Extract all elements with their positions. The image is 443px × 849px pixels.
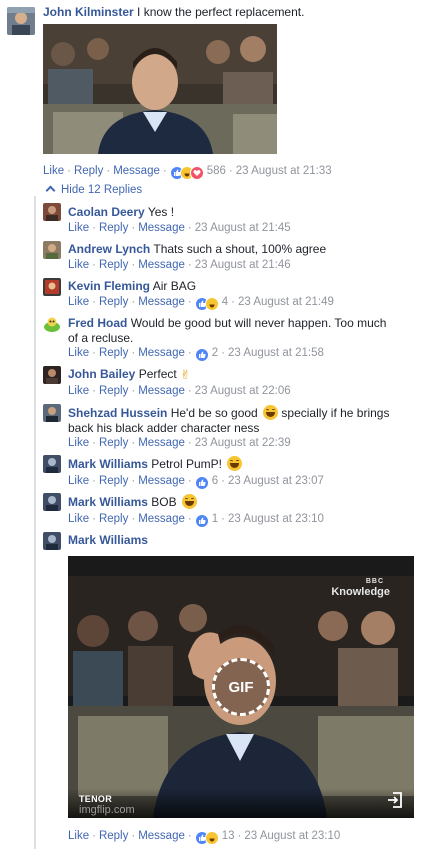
reply-button[interactable]: Reply bbox=[99, 222, 128, 234]
channel-logo: Knowledge bbox=[331, 586, 390, 598]
like-button[interactable]: Like bbox=[43, 165, 64, 177]
message-button[interactable]: Message bbox=[138, 513, 185, 525]
channel-logo-top: BBC bbox=[365, 578, 384, 585]
comment-timestamp[interactable]: 23 August at 21:58 bbox=[228, 347, 324, 359]
gif-play-button[interactable]: GIF bbox=[212, 658, 270, 716]
comment-author[interactable]: Shehzad Hussein bbox=[68, 406, 167, 420]
like-button[interactable]: Like bbox=[68, 222, 89, 234]
laughing-emoji-icon bbox=[227, 456, 243, 471]
comment-author[interactable]: Mark Williams bbox=[68, 495, 148, 509]
comment-text: Air BAG bbox=[152, 279, 197, 293]
photo-image bbox=[43, 24, 277, 154]
comment-author[interactable]: Kevin Fleming bbox=[68, 279, 150, 293]
avatar[interactable] bbox=[43, 493, 61, 511]
like-reaction-icon bbox=[194, 514, 209, 528]
tenor-logo[interactable]: TENOR bbox=[79, 794, 112, 804]
comment-timestamp[interactable]: 23 August at 23:10 bbox=[244, 830, 340, 842]
comment-timestamp[interactable]: 23 August at 22:39 bbox=[195, 437, 291, 449]
like-button[interactable]: Like bbox=[68, 385, 89, 397]
avatar[interactable] bbox=[43, 366, 61, 384]
hide-replies-link[interactable]: Hide 12 Replies bbox=[45, 184, 142, 196]
like-button[interactable]: Like bbox=[68, 259, 89, 271]
message-button[interactable]: Message bbox=[138, 475, 185, 487]
comment-text: Petrol PumP! bbox=[151, 457, 222, 471]
haha-reaction-icon bbox=[204, 297, 219, 311]
like-button[interactable]: Like bbox=[68, 296, 89, 308]
comment-author[interactable]: Caolan Deery bbox=[68, 205, 145, 219]
watermark-text: imgflip.com bbox=[79, 804, 135, 816]
comment-author[interactable]: Fred Hoad bbox=[68, 316, 127, 330]
comment-text: He'd be so good bbox=[170, 406, 258, 420]
reply-button[interactable]: Reply bbox=[74, 165, 103, 177]
comment-timestamp[interactable]: 23 August at 21:49 bbox=[238, 296, 334, 308]
like-button[interactable]: Like bbox=[68, 475, 89, 487]
comment-author[interactable]: Andrew Lynch bbox=[68, 242, 150, 256]
avatar[interactable] bbox=[43, 278, 61, 296]
message-button[interactable]: Message bbox=[138, 347, 185, 359]
message-button[interactable]: Message bbox=[138, 437, 185, 449]
gif-attachment[interactable]: BBC Knowledge GIF TENOR imgflip.com bbox=[68, 556, 414, 818]
reaction-count[interactable]: 13 bbox=[222, 830, 235, 842]
love-reaction-icon bbox=[189, 166, 204, 180]
like-button[interactable]: Like bbox=[68, 347, 89, 359]
comment-photo[interactable] bbox=[43, 24, 277, 154]
avatar[interactable] bbox=[43, 315, 61, 333]
comment-timestamp[interactable]: 23 August at 21:33 bbox=[236, 165, 332, 177]
comment-timestamp[interactable]: 23 August at 23:10 bbox=[228, 513, 324, 525]
chevron-up-icon bbox=[45, 185, 56, 196]
comment-author[interactable]: Mark Williams bbox=[68, 457, 148, 471]
reply-button[interactable]: Reply bbox=[99, 296, 128, 308]
reaction-icons[interactable] bbox=[194, 514, 209, 528]
reply-button[interactable]: Reply bbox=[99, 475, 128, 487]
haha-reaction-icon bbox=[204, 831, 219, 845]
comment-timestamp[interactable]: 23 August at 22:06 bbox=[195, 385, 291, 397]
reply-thread-line bbox=[34, 196, 36, 849]
message-button[interactable]: Message bbox=[138, 830, 185, 842]
comment-author[interactable]: Mark Williams bbox=[68, 533, 148, 547]
message-button[interactable]: Message bbox=[113, 165, 160, 177]
comment-timestamp[interactable]: 23 August at 21:46 bbox=[195, 259, 291, 271]
like-reaction-icon bbox=[194, 476, 209, 490]
message-button[interactable]: Message bbox=[138, 296, 185, 308]
avatar[interactable] bbox=[43, 241, 61, 259]
like-reaction-icon bbox=[194, 348, 209, 362]
avatar[interactable] bbox=[43, 532, 61, 550]
like-button[interactable]: Like bbox=[68, 437, 89, 449]
reaction-icons[interactable] bbox=[169, 166, 204, 180]
comment-text: Yes ! bbox=[147, 205, 175, 219]
reply-button[interactable]: Reply bbox=[99, 830, 128, 842]
comment-timestamp[interactable]: 23 August at 23:07 bbox=[228, 475, 324, 487]
reply-button[interactable]: Reply bbox=[99, 259, 128, 271]
reaction-count[interactable]: 586 bbox=[207, 165, 226, 177]
avatar[interactable] bbox=[7, 7, 35, 35]
reaction-icons[interactable] bbox=[194, 297, 219, 311]
ok-hand-emoji-icon: ✌ bbox=[180, 367, 191, 382]
avatar[interactable] bbox=[43, 404, 61, 422]
message-button[interactable]: Message bbox=[138, 259, 185, 271]
laughing-emoji-icon bbox=[181, 494, 197, 509]
like-button[interactable]: Like bbox=[68, 513, 89, 525]
reply-button[interactable]: Reply bbox=[99, 385, 128, 397]
comment-text: Perfect bbox=[138, 367, 177, 381]
avatar[interactable] bbox=[43, 455, 61, 473]
laughing-emoji-icon bbox=[263, 405, 279, 420]
comment-text: Thats such a shout, 100% agree bbox=[153, 242, 327, 256]
reply-button[interactable]: Reply bbox=[99, 437, 128, 449]
open-external-icon[interactable] bbox=[386, 791, 404, 809]
comment-timestamp[interactable]: 23 August at 21:45 bbox=[195, 222, 291, 234]
comment-text: BOB bbox=[151, 495, 177, 509]
comment-author[interactable]: John Kilminster bbox=[43, 5, 134, 19]
message-button[interactable]: Message bbox=[138, 385, 185, 397]
comment-author[interactable]: John Bailey bbox=[68, 367, 135, 381]
reply-button[interactable]: Reply bbox=[99, 347, 128, 359]
message-button[interactable]: Message bbox=[138, 222, 185, 234]
reply-button[interactable]: Reply bbox=[99, 513, 128, 525]
reaction-icons[interactable] bbox=[194, 348, 209, 362]
reaction-icons[interactable] bbox=[194, 476, 209, 490]
avatar[interactable] bbox=[43, 203, 61, 221]
reaction-icons[interactable] bbox=[194, 831, 219, 845]
comment-text: I know the perfect replacement. bbox=[137, 5, 305, 19]
like-button[interactable]: Like bbox=[68, 830, 89, 842]
